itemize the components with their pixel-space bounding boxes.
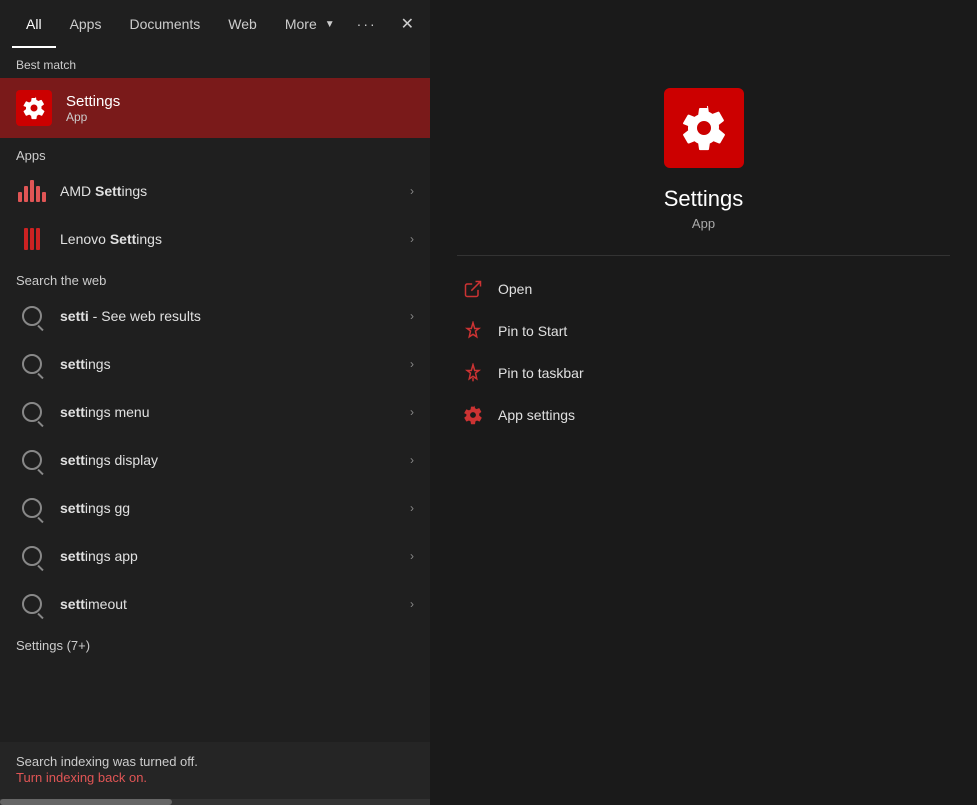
settings-app-label: settings app [60,548,410,564]
list-item-settings-menu[interactable]: settings menu › [0,388,430,436]
detail-app-subtitle: App [692,216,715,231]
detail-top-bar [430,0,977,48]
chevron-right-icon-7: › [410,501,414,515]
search-icon-1 [16,300,48,332]
tab-more[interactable]: More ▼ [271,2,349,46]
action-pin-taskbar-label: Pin to taskbar [498,365,584,381]
scroll-thumb [0,799,172,805]
app-settings-icon [462,404,484,426]
tabs-bar: All Apps Documents Web More ▼ ··· ✕ [0,0,430,48]
search-icon-4 [16,444,48,476]
best-match-subtitle: App [66,110,120,124]
header-actions: ··· ✕ [349,8,422,40]
list-item-settings-display[interactable]: settings display › [0,436,430,484]
settings-group-label: Settings (7+) [0,628,430,657]
pin-taskbar-icon [462,362,484,384]
chevron-right-icon: › [410,184,414,198]
search-icon-6 [16,540,48,572]
close-icon: ✕ [401,14,414,34]
search-icon-2 [16,348,48,380]
best-match-label: Best match [0,48,430,78]
action-open[interactable]: Open [454,268,953,310]
tab-apps[interactable]: Apps [56,0,116,48]
action-open-label: Open [498,281,532,297]
search-icon-3 [16,396,48,428]
action-app-settings[interactable]: App settings [454,394,953,436]
settings-display-label: settings display [60,452,410,468]
close-button[interactable]: ✕ [393,8,422,40]
best-match-text: Settings App [66,93,120,124]
settings-gg-label: settings gg [60,500,410,516]
bottom-bar: Search indexing was turned off. Turn ind… [0,742,430,799]
gear-icon [22,96,46,120]
settings-menu-label: settings menu [60,404,410,420]
amd-icon [16,175,48,207]
settings-web-label: settings [60,356,410,372]
ellipsis-icon: ··· [357,16,377,32]
action-pin-taskbar[interactable]: Pin to taskbar [454,352,953,394]
settimeout-label: settimeout [60,596,410,612]
action-pin-start-label: Pin to Start [498,323,567,339]
list-item-settings-app[interactable]: settings app › [0,532,430,580]
setti-web-label: setti - See web results [60,308,410,324]
list-item-settings-gg[interactable]: settings gg › [0,484,430,532]
chevron-right-icon-4: › [410,357,414,371]
chevron-right-icon-2: › [410,232,414,246]
action-app-settings-label: App settings [498,407,575,423]
chevron-right-icon-3: › [410,309,414,323]
open-icon [462,278,484,300]
chevron-right-icon-8: › [410,549,414,563]
pin-start-icon [462,320,484,342]
detail-app-title: Settings [664,186,744,212]
lenovo-settings-label: Lenovo Settings [60,231,410,247]
apps-section-label: Apps [0,138,430,167]
tab-web[interactable]: Web [214,0,271,48]
tab-documents[interactable]: Documents [115,0,214,48]
tab-all[interactable]: All [12,0,56,48]
chevron-right-icon-6: › [410,453,414,467]
lenovo-icon [16,223,48,255]
best-match-title: Settings [66,93,120,110]
settings-gear-icon [463,405,483,425]
list-item-settings-web[interactable]: settings › [0,340,430,388]
best-match-item[interactable]: Settings App [0,78,430,138]
chevron-right-icon-5: › [410,405,414,419]
list-item-settimeout[interactable]: settimeout › [0,580,430,628]
detail-app-icon [664,88,744,168]
settings-app-icon [16,90,52,126]
ellipsis-button[interactable]: ··· [349,10,385,38]
divider [457,255,949,256]
search-window: All Apps Documents Web More ▼ ··· ✕ Best… [0,0,430,805]
list-item-setti-web[interactable]: setti - See web results › [0,292,430,340]
detail-content: Settings App Open Pin to [430,48,977,805]
search-icon-5 [16,492,48,524]
action-pin-start[interactable]: Pin to Start [454,310,953,352]
detail-panel: Settings App Open Pin to [430,0,977,805]
scrollbar[interactable] [0,799,430,805]
indexing-link[interactable]: Turn indexing back on. [16,770,147,785]
open-arrow-icon [463,279,483,299]
more-chevron-icon: ▼ [325,19,335,30]
bottom-bar-message: Search indexing was turned off. [16,754,414,769]
list-item-lenovo-settings[interactable]: Lenovo Settings › [0,215,430,263]
chevron-right-icon-9: › [410,597,414,611]
action-list: Open Pin to Start Pin [430,268,977,436]
list-item-amd-settings[interactable]: AMD Settings › [0,167,430,215]
detail-gear-icon [680,104,728,152]
pin-icon [463,321,483,341]
amd-settings-label: AMD Settings [60,183,410,199]
web-section-label: Search the web [0,263,430,292]
pin-taskbar-icon-svg [463,363,483,383]
search-icon-7 [16,588,48,620]
